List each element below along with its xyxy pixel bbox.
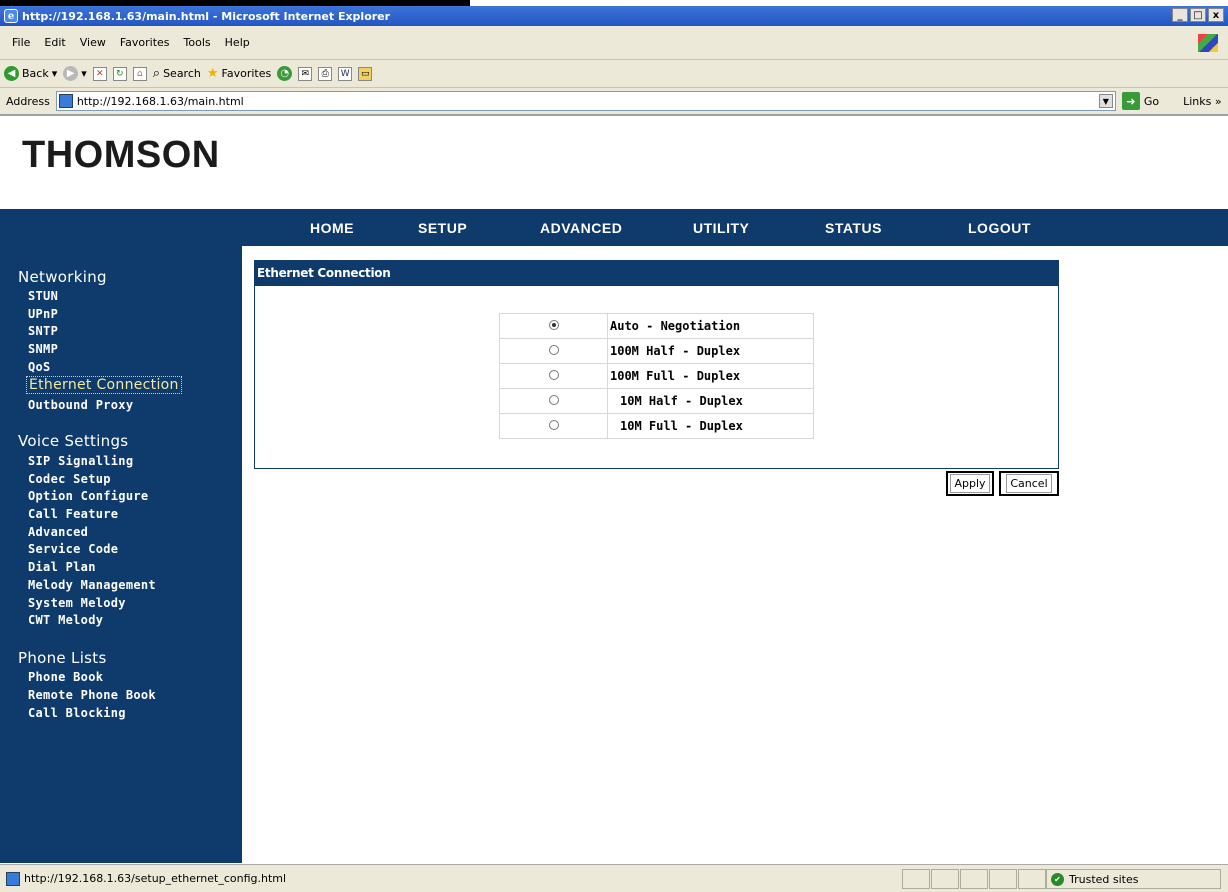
refresh-icon[interactable]: ↻ (112, 66, 127, 81)
radio-auto-negotiation[interactable] (548, 320, 559, 330)
toolbar: ◀ Back ▾ ▶ ▾ ✕ ↻ ⌂ ⌕ Search ★ Favorites … (0, 60, 1228, 88)
sidebar-item-system-melody[interactable]: System Melody (28, 596, 126, 610)
sidebar-section-networking: Networking (18, 268, 107, 286)
sidebar-item-sip-signalling[interactable]: SIP Signalling (28, 454, 133, 468)
menu-edit[interactable]: Edit (44, 36, 65, 49)
sidebar-item-sntp[interactable]: SNTP (28, 324, 58, 338)
window-title: http://192.168.1.63/main.html - Microsof… (22, 9, 391, 23)
sidebar-item-remote-phone-book[interactable]: Remote Phone Book (28, 688, 156, 702)
menu-help[interactable]: Help (225, 36, 250, 49)
favorites-button[interactable]: ★ Favorites (207, 66, 271, 81)
option-row[interactable]: 100M Half - Duplex (499, 338, 814, 364)
folder-icon[interactable]: ▭ (358, 66, 373, 81)
mail-icon[interactable]: ✉ (298, 66, 313, 81)
print-icon[interactable]: ⎙ (318, 66, 333, 81)
nav-setup[interactable]: SETUP (418, 220, 467, 236)
option-label: Auto - Negotiation (607, 313, 814, 339)
sidebar-section-voice: Voice Settings (18, 432, 129, 450)
sidebar-item-advanced[interactable]: Advanced (28, 525, 88, 539)
checkmark-icon: ✔ (1051, 872, 1064, 886)
edit-word-icon[interactable]: W (338, 66, 353, 81)
page-icon (58, 94, 73, 108)
nav-advanced[interactable]: ADVANCED (540, 220, 622, 236)
nav-logout[interactable]: LOGOUT (968, 220, 1031, 236)
security-zone: ✔ Trusted sites (1046, 869, 1221, 889)
top-nav: HOME SETUP ADVANCED UTILITY STATUS LOGOU… (0, 209, 1228, 246)
sidebar-item-melody-management[interactable]: Melody Management (28, 578, 156, 592)
address-dropdown-icon[interactable]: ▼ (1098, 94, 1113, 108)
ie-icon: e (4, 9, 18, 23)
close-button[interactable]: x (1208, 8, 1224, 22)
stop-icon[interactable]: ✕ (92, 66, 107, 81)
windows-logo-icon (1198, 34, 1218, 52)
option-label: 10M Full - Duplex (607, 413, 814, 439)
status-bar: http://192.168.1.63/setup_ethernet_confi… (0, 864, 1228, 892)
menu-file[interactable]: File (12, 36, 30, 49)
address-url: http://192.168.1.63/main.html (76, 94, 244, 108)
option-row[interactable]: 10M Full - Duplex (499, 413, 814, 439)
sidebar: Networking STUN UPnP SNTP SNMP QoS Ether… (0, 246, 242, 863)
home-icon[interactable]: ⌂ (132, 66, 147, 81)
sidebar-item-codec-setup[interactable]: Codec Setup (28, 472, 111, 486)
sidebar-item-outbound-proxy[interactable]: Outbound Proxy (28, 398, 133, 412)
zone-label: Trusted sites (1069, 872, 1139, 886)
radio-10m-full-duplex[interactable] (548, 420, 559, 430)
forward-arrow-icon: ▶ (63, 66, 79, 81)
sidebar-item-stun[interactable]: STUN (28, 289, 58, 303)
nav-utility[interactable]: UTILITY (693, 220, 749, 236)
menu-tools[interactable]: Tools (184, 36, 211, 49)
ethernet-options-table: Auto - Negotiation 100M Half - Duplex 10… (499, 313, 814, 439)
sidebar-item-snmp[interactable]: SNMP (28, 342, 58, 356)
nav-status[interactable]: STATUS (825, 220, 882, 236)
search-button[interactable]: ⌕ Search (153, 66, 201, 81)
thomson-logo: THOMSON (22, 134, 220, 176)
page-icon (6, 871, 20, 886)
menu-view[interactable]: View (80, 36, 106, 49)
sidebar-section-phone-lists: Phone Lists (18, 649, 107, 667)
sidebar-item-call-blocking[interactable]: Call Blocking (28, 706, 126, 720)
menu-bar: File Edit View Favorites Tools Help (0, 26, 1228, 60)
status-cells (902, 869, 1046, 889)
back-button[interactable]: ◀ Back ▾ (4, 66, 57, 81)
star-icon: ★ (206, 66, 219, 81)
sidebar-item-dial-plan[interactable]: Dial Plan (28, 560, 96, 574)
option-label: 100M Half - Duplex (607, 338, 814, 364)
sidebar-item-call-feature[interactable]: Call Feature (28, 507, 118, 521)
window-title-bar: e http://192.168.1.63/main.html - Micros… (0, 6, 1228, 26)
forward-button[interactable]: ▶ ▾ (63, 66, 87, 81)
links-button[interactable]: Links » (1183, 95, 1222, 108)
address-input[interactable]: http://192.168.1.63/main.html ▼ (55, 91, 1116, 111)
option-row[interactable]: 10M Half - Duplex (499, 388, 814, 414)
nav-home[interactable]: HOME (310, 220, 354, 236)
option-row[interactable]: Auto - Negotiation (499, 313, 814, 339)
sidebar-item-upnp[interactable]: UPnP (28, 307, 58, 321)
option-label: 100M Full - Duplex (607, 363, 814, 389)
menu-favorites[interactable]: Favorites (120, 36, 170, 49)
apply-button[interactable]: Apply (946, 471, 994, 496)
search-icon: ⌕ (152, 66, 161, 81)
ethernet-connection-panel: Ethernet Connection Auto - Negotiation 1… (254, 260, 1059, 469)
sidebar-item-qos[interactable]: QoS (28, 360, 51, 374)
media-icon[interactable]: ◔ (277, 66, 293, 81)
radio-100m-half-duplex[interactable] (548, 345, 559, 355)
address-bar: Address http://192.168.1.63/main.html ▼ … (0, 88, 1228, 116)
sidebar-item-option-configure[interactable]: Option Configure (28, 489, 148, 503)
back-arrow-icon: ◀ (4, 66, 19, 81)
cancel-button[interactable]: Cancel (999, 471, 1059, 496)
sidebar-item-cwt-melody[interactable]: CWT Melody (28, 613, 103, 627)
maximize-button[interactable]: □ (1190, 8, 1206, 22)
option-row[interactable]: 100M Full - Duplex (499, 363, 814, 389)
minimize-button[interactable]: _ (1172, 8, 1188, 22)
sidebar-item-ethernet-connection[interactable]: Ethernet Connection (26, 376, 182, 394)
radio-10m-half-duplex[interactable] (548, 395, 559, 405)
radio-100m-full-duplex[interactable] (548, 370, 559, 380)
sidebar-item-service-code[interactable]: Service Code (28, 542, 118, 556)
go-arrow-icon: ➜ (1121, 92, 1140, 110)
address-label: Address (6, 94, 50, 108)
sidebar-item-phone-book[interactable]: Phone Book (28, 670, 103, 684)
panel-title: Ethernet Connection (255, 261, 1058, 286)
go-button[interactable]: ➜ Go (1121, 92, 1159, 110)
option-label: 10M Half - Duplex (607, 388, 814, 414)
status-url: http://192.168.1.63/setup_ethernet_confi… (24, 872, 287, 885)
